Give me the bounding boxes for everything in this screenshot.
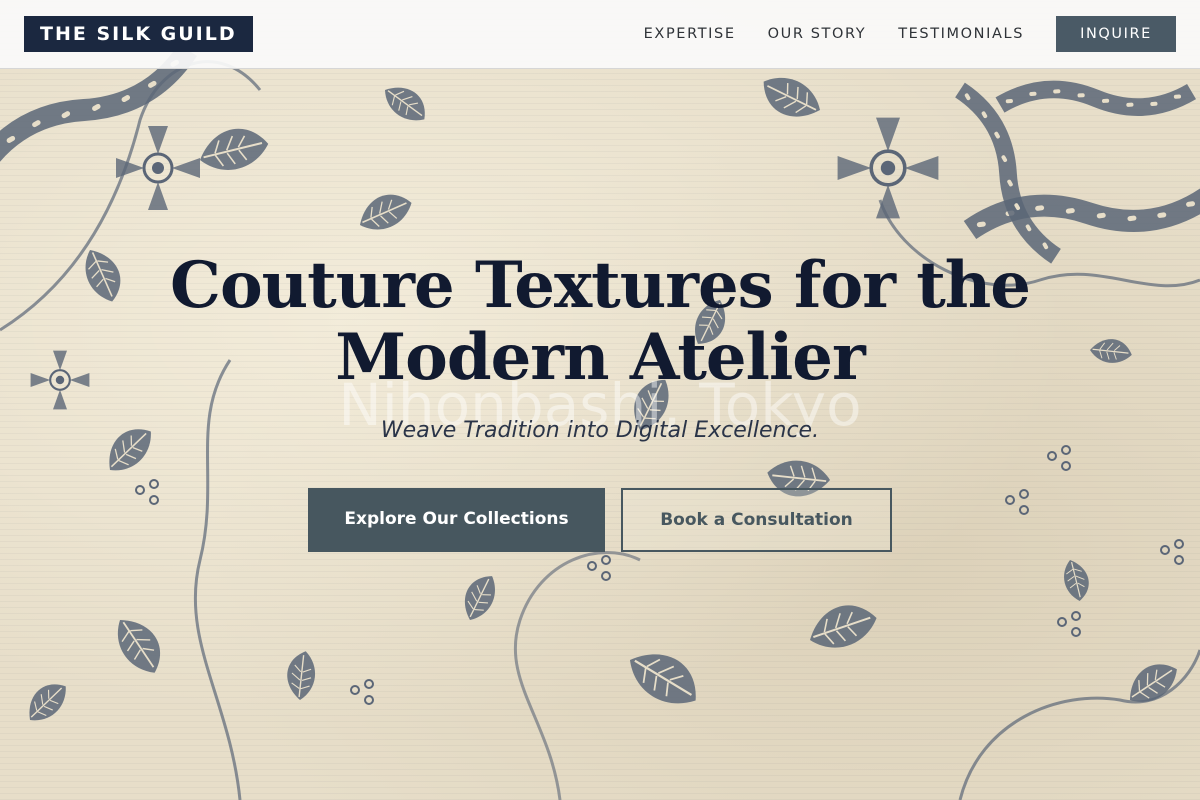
- brand-logo[interactable]: THE SILK GUILD: [24, 16, 253, 52]
- hero-subtitle: Weave Tradition into Digital Excellence.: [380, 418, 820, 443]
- site-header: THE SILK GUILD EXPERTISE OUR STORY TESTI…: [0, 0, 1200, 69]
- main-nav: EXPERTISE OUR STORY TESTIMONIALS INQUIRE: [644, 16, 1176, 52]
- hero-title-line-1: Couture Textures for the: [170, 248, 1031, 323]
- inquire-button[interactable]: INQUIRE: [1056, 16, 1176, 52]
- book-consultation-button[interactable]: Book a Consultation: [621, 488, 892, 552]
- nav-link-expertise[interactable]: EXPERTISE: [644, 26, 736, 42]
- explore-collections-button[interactable]: Explore Our Collections: [308, 488, 605, 552]
- hero-title-line-2: Modern Atelier: [335, 320, 865, 395]
- nav-link-our-story[interactable]: OUR STORY: [768, 26, 867, 42]
- hero-title: Couture Textures for the Modern Atelier: [100, 250, 1100, 394]
- nav-link-testimonials[interactable]: TESTIMONIALS: [898, 26, 1024, 42]
